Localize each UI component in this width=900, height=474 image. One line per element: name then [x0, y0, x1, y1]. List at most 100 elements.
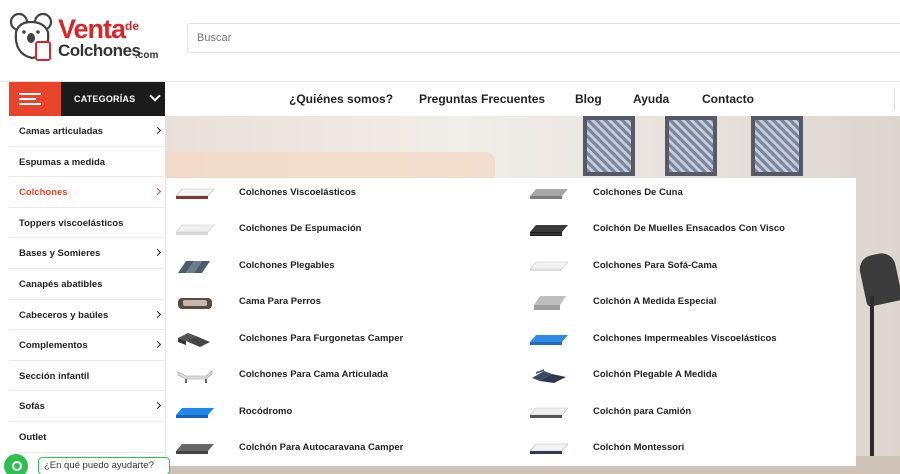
- logo-text-de: de: [125, 19, 140, 33]
- custom-folding-mattress-icon: [532, 369, 566, 383]
- sidebar-item-camas-articuladas[interactable]: Camas articuladas: [9, 116, 166, 147]
- menu-item-label: Colchón Plegable A Medida: [593, 369, 717, 380]
- menu-item-label: Colchón A Medida Especial: [593, 296, 717, 307]
- sidebar-item-label: Bases y Somieres: [19, 248, 101, 260]
- menu-item-furgonetas-camper[interactable]: Colchones Para Furgonetas Camper: [176, 328, 516, 352]
- truck-mattress-icon: [530, 407, 568, 418]
- menu-item-plegable-medida[interactable]: Colchón Plegable A Medida: [530, 364, 870, 388]
- sidebar-item-bases-somieres[interactable]: Bases y Somieres: [9, 238, 166, 269]
- sidebar-item-label: Colchones: [19, 187, 68, 199]
- nav-quienes-somos[interactable]: ¿Quiénes somos?: [289, 92, 393, 106]
- chevron-right-icon: [153, 126, 162, 135]
- motorhome-mattress-icon: [176, 444, 214, 454]
- dog-bed-icon: [178, 298, 212, 309]
- colchones-mega-menu: Colchones Viscoelásticos Colchones De Es…: [166, 178, 856, 466]
- pocket-spring-mattress-icon: [530, 225, 568, 236]
- adjustable-bed-icon: [177, 370, 213, 383]
- hamburger-icon: [9, 82, 61, 116]
- chevron-down-icon: [149, 90, 161, 102]
- sidebar-item-label: Canapés abatibles: [19, 279, 103, 290]
- menu-item-label: Colchón De Muelles Ensacados Con Visco: [593, 223, 785, 234]
- sidebar-item-seccion-infantil[interactable]: Sección infantil: [9, 361, 166, 392]
- menu-item-label: Colchones Impermeables Viscoelásticos: [593, 333, 777, 344]
- nav-ayuda[interactable]: Ayuda: [633, 92, 669, 106]
- menu-item-colchones-viscoelasticos[interactable]: Colchones Viscoelásticos: [176, 182, 516, 206]
- menu-item-label: Colchones De Cuna: [593, 187, 683, 198]
- chevron-right-icon: [153, 341, 162, 349]
- whatsapp-help-bubble[interactable]: ¿En qué puedo ayudarte?: [38, 457, 170, 474]
- menu-item-colchones-cuna[interactable]: Colchones De Cuna: [530, 182, 870, 206]
- sidebar-item-complementos[interactable]: Complementos: [9, 330, 166, 361]
- mattress-visco-icon: [176, 188, 214, 199]
- chevron-right-icon: [153, 188, 162, 196]
- lamp-arm: [870, 296, 874, 474]
- montessori-mattress-icon: [530, 443, 568, 454]
- sidebar-item-label: Toppers viscoelásticos: [19, 217, 124, 229]
- whatsapp-icon: [12, 461, 22, 471]
- koala-logo-icon: [10, 12, 53, 61]
- menu-item-label: Colchones De Espumación: [239, 223, 362, 234]
- sidebar-item-label: Sección infantil: [19, 370, 90, 382]
- menu-item-colchones-plegables[interactable]: Colchones Plegables: [176, 255, 516, 279]
- menu-item-label: Colchones Plegables: [239, 260, 335, 271]
- menu-item-label: Colchón Montessori: [593, 442, 685, 453]
- waterproof-mattress-icon: [530, 335, 568, 345]
- sidebar-item-label: Espumas a medida: [19, 156, 106, 168]
- site-header: Venta de Colchones .com: [0, 0, 900, 82]
- sidebar-item-espumas-a-medida[interactable]: Espumas a medida: [9, 147, 166, 178]
- menu-item-montessori[interactable]: Colchón Montessori: [530, 437, 870, 461]
- whatsapp-button[interactable]: [2, 452, 30, 474]
- mattress-foam-icon: [176, 224, 214, 235]
- menu-item-label: Colchones Para Sofá-Cama: [593, 260, 718, 271]
- menu-item-label: Cama Para Perros: [239, 296, 321, 307]
- logo-text-colchones: Colchones: [58, 41, 141, 60]
- menu-item-label: Colchones Para Furgonetas Camper: [239, 333, 404, 344]
- wall-art-1: [583, 116, 635, 176]
- categories-label: CATEGORÍAS: [74, 94, 136, 104]
- sidebar-item-sofas[interactable]: Sofás: [9, 391, 166, 422]
- chevron-right-icon: [153, 310, 162, 318]
- sidebar-item-label: Sofás: [19, 401, 45, 413]
- chevron-right-icon: [153, 249, 162, 257]
- menu-item-impermeables-visco[interactable]: Colchones Impermeables Viscoelásticos: [530, 328, 870, 352]
- menu-item-cama-perros[interactable]: Cama Para Perros: [176, 291, 516, 315]
- logo-text-com: .com: [135, 50, 159, 61]
- menu-item-camion[interactable]: Colchón para Camión: [530, 401, 870, 425]
- categories-button[interactable]: CATEGORÍAS: [9, 82, 165, 116]
- menu-item-cama-articulada[interactable]: Colchones Para Cama Articulada: [176, 364, 516, 388]
- sidebar-item-label: Outlet: [19, 432, 47, 443]
- crib-mattress-icon: [530, 189, 568, 199]
- menu-item-rocodromo[interactable]: Rocódromo: [176, 401, 516, 425]
- nav-contacto[interactable]: Contacto: [702, 92, 754, 106]
- sidebar-item-label: Complementos: [19, 340, 88, 352]
- sofa-bed-mattress-icon: [530, 261, 568, 271]
- wall-art-2: [665, 116, 717, 176]
- sidebar-item-canapes[interactable]: Canapés abatibles: [9, 269, 166, 300]
- main-nav: ¿Quiénes somos? Preguntas Frecuentes Blo…: [165, 82, 900, 116]
- menu-item-label: Colchón Para Autocaravana Camper: [239, 442, 404, 453]
- nav-preguntas-frecuentes[interactable]: Preguntas Frecuentes: [419, 92, 545, 106]
- nav-blog[interactable]: Blog: [575, 92, 602, 106]
- search-input[interactable]: [187, 23, 900, 53]
- menu-item-label: Colchón para Camión: [593, 406, 692, 417]
- sidebar-item-outlet[interactable]: Outlet: [9, 422, 166, 453]
- sidebar-item-colchones[interactable]: Colchones: [9, 177, 166, 208]
- nav-divider: [894, 88, 895, 110]
- menu-item-label: Rocódromo: [239, 406, 293, 417]
- menu-item-medida-especial[interactable]: Colchón A Medida Especial: [530, 291, 870, 315]
- menu-item-label: Colchones Para Cama Articulada: [239, 369, 389, 380]
- sidebar-item-cabeceros[interactable]: Cabeceros y baúles: [9, 300, 166, 331]
- menu-item-autocaravana-camper[interactable]: Colchón Para Autocaravana Camper: [176, 437, 516, 461]
- climbing-mat-icon: [176, 408, 214, 418]
- menu-item-sofa-cama[interactable]: Colchones Para Sofá-Cama: [530, 255, 870, 279]
- menu-item-label: Colchones Viscoelásticos: [239, 187, 357, 198]
- sidebar-item-toppers[interactable]: Toppers viscoelásticos: [9, 208, 166, 239]
- folding-mattress-icon: [178, 261, 210, 273]
- menu-item-colchones-espumacion[interactable]: Colchones De Espumación: [176, 218, 516, 242]
- camper-mattress-icon: [178, 333, 210, 347]
- custom-mattress-icon: [534, 296, 566, 310]
- menu-item-muelles-ensacados[interactable]: Colchón De Muelles Ensacados Con Visco: [530, 218, 870, 242]
- sidebar-item-label: Cabeceros y baúles: [19, 309, 109, 321]
- category-sidebar: Camas articuladas Espumas a medida Colch…: [9, 116, 166, 474]
- site-logo[interactable]: Venta de Colchones .com: [10, 12, 170, 62]
